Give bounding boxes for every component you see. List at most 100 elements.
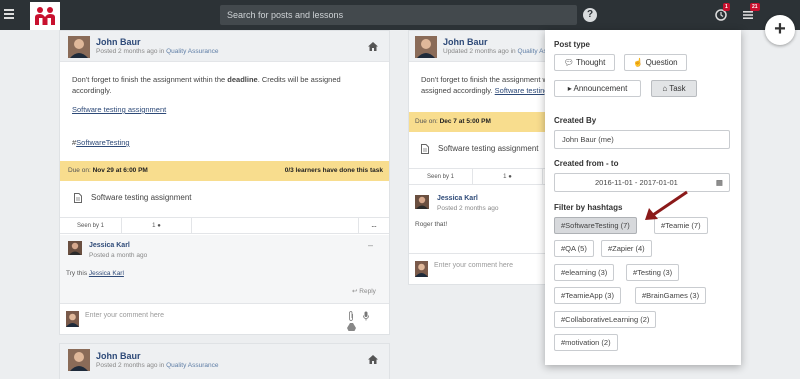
hashtag-filter-collaborativelearning[interactable]: #CollaborativeLearning (2) [554,311,657,328]
post-type-question-button[interactable]: ☝ Question [624,54,687,71]
app-logo[interactable] [30,2,60,30]
post-author[interactable]: John Baur [443,37,488,47]
created-range-label: Created from - to [554,159,619,168]
comment-text: Try this Jessica Karl [66,270,124,277]
assignment-link[interactable]: Software testing assignment [72,104,166,115]
comment-count[interactable]: 1 ● [473,169,543,185]
due-date: Due on: Nov 29 at 6:00 PM [68,167,148,174]
comment-menu-button[interactable]: – [368,240,373,250]
home-icon: ⌂ [662,84,668,93]
top-navigation-bar: Search for posts and lessons ? 1 21 [0,0,800,30]
messages-badge: 21 [750,3,760,11]
post-stats-bar: Seen by 1 1 ● ... [60,217,389,234]
post-header: John Baur Posted 2 months ago in Quality… [60,344,389,379]
more-options-button[interactable]: ... [358,218,389,234]
avatar[interactable] [415,195,429,209]
commenter-name[interactable]: Jessica Karl [89,242,130,249]
avatar [415,261,428,277]
hashtag-filter-elearning[interactable]: #elearning (3) [554,264,615,281]
post-stats-bar: Seen by 1 1 ● [409,168,567,185]
filter-panel: Post type 💬︎ Thought ☝ Question ▸ Announ… [545,30,741,365]
post-type-announcement-button[interactable]: ▸ Announcement [554,80,641,97]
post-author[interactable]: John Baur [96,37,141,47]
date-range-field[interactable]: 2016-11-01 - 2017-01-01 ▦ [554,173,730,192]
comment-input-row: Enter your comment here [60,303,389,334]
document-icon [74,193,82,205]
avatar[interactable] [68,36,90,58]
drive-icon[interactable] [347,323,356,333]
task-name[interactable]: Software testing assignment [438,144,539,153]
hashtag-filter-qa[interactable]: #QA (5) [554,240,594,257]
search-input[interactable]: Search for posts and lessons [220,5,577,25]
annotation-arrow-icon [645,190,688,220]
comment-input[interactable]: Enter your comment here [434,262,513,269]
comment-bubble-icon: ● [508,174,512,180]
due-date-bar: Due on: Dec 7 at 5:00 PM [409,112,567,132]
avatar[interactable] [68,241,82,255]
hashtag-filter-teamieapp[interactable]: #TeamieApp (3) [554,287,621,304]
post-author[interactable]: John Baur [96,351,141,361]
group-link[interactable]: Quality Assurance [166,362,218,369]
post-body: Don't forget to finish the assignment wi… [72,75,341,95]
post-card: John Baur Updated 2 months ago in Qualit… [408,30,605,285]
help-icon[interactable]: ? [583,8,597,22]
due-date: Due on: Dec 7 at 5:00 PM [415,118,491,125]
hashtag-link[interactable]: SoftwareTesting [76,138,129,147]
document-icon [421,144,429,156]
hashtag-filter-softwaretesting[interactable]: #SoftwareTesting (7) [554,217,637,234]
mention-link[interactable]: Jessica Karl [89,270,124,277]
hashtag-filter-braingames[interactable]: #BrainGames (3) [635,287,707,304]
avatar[interactable] [68,349,90,371]
raised-hand-icon: ☝ [633,58,644,67]
task-progress: 0/3 learners have done this task [284,167,383,174]
avatar[interactable] [415,36,437,58]
comment-meta: Posted 2 months ago [437,205,499,212]
group-link[interactable]: Quality Assurance [166,48,218,55]
post-card: John Baur Posted 2 months ago in Quality… [59,343,390,379]
comment-item: Jessica Karl Posted 2 months ago Roger t… [409,186,567,251]
reply-button[interactable]: ↩ Reply [352,287,376,295]
comment-meta: Posted a month ago [89,252,148,259]
comment-input[interactable]: Enter your comment here [85,312,164,319]
comment-input-row: Enter your comment here [409,253,567,284]
hashtag-filter-testing[interactable]: #Testing (3) [626,264,680,281]
calendar-icon[interactable]: ▦ [716,174,723,191]
due-date-bar: Due on: Nov 29 at 6:00 PM 0/3 learners h… [60,161,389,181]
created-by-field[interactable]: John Baur (me) [554,130,730,149]
post-type-task-button[interactable]: ⌂ Task [651,80,697,97]
comment-count[interactable]: 1 ● [122,218,192,234]
notifications-badge: 1 [723,3,730,11]
hashtag-line: #SoftwareTesting [72,138,130,147]
post-type-label: Post type [554,40,591,49]
seen-by-count[interactable]: Seen by 1 [409,169,473,185]
task-name[interactable]: Software testing assignment [91,193,192,202]
post-type-thought-button[interactable]: 💬︎ Thought [554,54,615,71]
post-card: John Baur Posted 2 months ago in Quality… [59,30,390,335]
messages-icon[interactable]: 21 [742,3,760,21]
created-by-label: Created By [554,116,597,125]
create-post-button[interactable]: + [765,15,795,45]
post-meta: Posted 2 months ago in Quality Assurance [96,362,219,369]
commenter-name[interactable]: Jessica Karl [437,195,478,202]
hamburger-menu-icon[interactable] [4,9,14,19]
home-icon[interactable] [368,42,378,51]
teamie-logo-icon [35,7,55,25]
microphone-icon[interactable] [363,311,369,323]
post-header: John Baur Posted 2 months ago in Quality… [60,31,389,62]
notifications-icon[interactable]: 1 [715,3,730,21]
comment-text: Roger that! [415,221,448,228]
post-meta: Posted 2 months ago in Quality Assurance [96,48,219,55]
avatar [66,311,79,327]
hashtag-filter-zapier[interactable]: #Zapier (4) [601,240,652,257]
attachment-icon[interactable] [348,311,354,323]
home-icon[interactable] [368,355,378,364]
seen-by-count[interactable]: Seen by 1 [60,218,122,234]
comment-bubble-icon: ● [157,223,161,229]
reply-icon: ↩ [352,288,358,295]
post-header: John Baur Updated 2 months ago in Qualit… [409,31,570,62]
comment-item: Jessica Karl Posted a month ago – Try th… [60,235,389,303]
megaphone-icon: ▸ [567,84,572,93]
hashtags-label: Filter by hashtags [554,203,623,212]
speech-bubble-icon: 💬︎ [563,58,574,67]
hashtag-filter-motivation[interactable]: #motivation (2) [554,334,618,351]
